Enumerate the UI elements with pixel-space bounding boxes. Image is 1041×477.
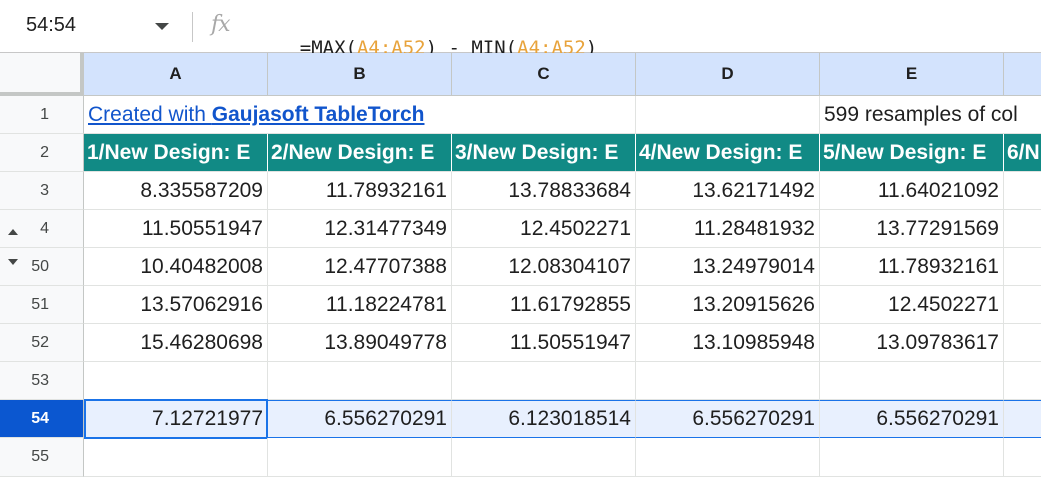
row-header-2[interactable]: 2: [0, 134, 84, 172]
cell-e50[interactable]: 11.78932161: [820, 248, 1004, 286]
cell-f4[interactable]: [1004, 210, 1041, 248]
cell-e53[interactable]: [820, 362, 1004, 400]
cell-e3[interactable]: 11.64021092: [820, 172, 1004, 210]
header-cell-e2[interactable]: 5/New Design: E: [820, 134, 1004, 172]
cell-a54-value: 7.12721977: [152, 407, 263, 430]
header-cell-f2[interactable]: 6/N: [1004, 134, 1041, 172]
cell-f50[interactable]: [1004, 248, 1041, 286]
row-number: 52: [31, 333, 49, 351]
chevron-down-icon[interactable]: [155, 23, 169, 30]
cell-e1[interactable]: 599 resamples of col: [820, 96, 1041, 134]
expand-rows-up-icon[interactable]: [8, 228, 18, 235]
row-number: 50: [31, 257, 49, 275]
row-number: 3: [40, 181, 49, 199]
name-box-value: 54:54: [26, 14, 77, 36]
cell-c4[interactable]: 12.4502271: [452, 210, 636, 248]
cell-a52[interactable]: 15.46280698: [84, 324, 268, 362]
row-number: 2: [40, 143, 49, 161]
row-header-4[interactable]: 4: [0, 210, 84, 248]
cell-e55[interactable]: [820, 438, 1004, 477]
cell-b4[interactable]: 12.31477349: [268, 210, 452, 248]
cell-e52[interactable]: 13.09783617: [820, 324, 1004, 362]
cell-e54[interactable]: 6.556270291: [820, 400, 1004, 438]
row-header-50[interactable]: 50: [0, 248, 84, 286]
cell-d53[interactable]: [636, 362, 820, 400]
cell-a50[interactable]: 10.40482008: [84, 248, 268, 286]
name-box[interactable]: 54:54: [0, 0, 190, 53]
cell-f51[interactable]: [1004, 286, 1041, 324]
column-header-d[interactable]: D: [636, 53, 820, 96]
cell-d51[interactable]: 13.20915626: [636, 286, 820, 324]
cell-a54[interactable]: 7.12721977: [84, 400, 268, 438]
cell-a51[interactable]: 13.57062916: [84, 286, 268, 324]
cell-b3[interactable]: 11.78932161: [268, 172, 452, 210]
row-number: 1: [40, 105, 49, 123]
column-header-b[interactable]: B: [268, 53, 452, 96]
header-cell-a2[interactable]: 1/New Design: E: [84, 134, 268, 172]
formula-bar-divider: [192, 12, 193, 42]
cell-c3[interactable]: 13.78833684: [452, 172, 636, 210]
row-header-52[interactable]: 52: [0, 324, 84, 362]
row-number: 54: [31, 409, 49, 427]
cell-d3[interactable]: 13.62171492: [636, 172, 820, 210]
row-header-55[interactable]: 55: [0, 438, 84, 477]
column-header-c[interactable]: C: [452, 53, 636, 96]
cell-a3[interactable]: 8.335587209: [84, 172, 268, 210]
row-header-53[interactable]: 53: [0, 362, 84, 400]
cell-d4[interactable]: 11.28481932: [636, 210, 820, 248]
cell-f55[interactable]: [1004, 438, 1041, 477]
row-header-54[interactable]: 54: [0, 400, 84, 438]
select-all-corner[interactable]: [0, 53, 84, 96]
column-header-e[interactable]: E: [820, 53, 1004, 96]
row-number: 53: [31, 371, 49, 389]
cell-d54[interactable]: 6.556270291: [636, 400, 820, 438]
row-number: 55: [31, 448, 49, 465]
header-cell-d2[interactable]: 4/New Design: E: [636, 134, 820, 172]
column-header-f[interactable]: [1004, 53, 1041, 96]
row-header-51[interactable]: 51: [0, 286, 84, 324]
link-brand: Gaujasoft TableTorch: [211, 102, 425, 126]
row-number: 51: [31, 295, 49, 313]
cell-a53[interactable]: [84, 362, 268, 400]
cell-b52[interactable]: 13.89049778: [268, 324, 452, 362]
cell-f3[interactable]: [1004, 172, 1041, 210]
cell-b53[interactable]: [268, 362, 452, 400]
cell-f54[interactable]: [1004, 400, 1041, 438]
cell-e1-text: 599 resamples of col: [824, 102, 1018, 126]
column-header-a[interactable]: A: [84, 53, 268, 96]
cell-c54[interactable]: 6.123018514: [452, 400, 636, 438]
cell-c55[interactable]: [452, 438, 636, 477]
expand-rows-down-icon[interactable]: [8, 258, 18, 265]
header-cell-b2[interactable]: 2/New Design: E: [268, 134, 452, 172]
cell-f52[interactable]: [1004, 324, 1041, 362]
cell-c53[interactable]: [452, 362, 636, 400]
cell-b51[interactable]: 11.18224781: [268, 286, 452, 324]
cell-c51[interactable]: 11.61792855: [452, 286, 636, 324]
cell-e4[interactable]: 13.77291569: [820, 210, 1004, 248]
cell-c50[interactable]: 12.08304107: [452, 248, 636, 286]
header-cell-c2[interactable]: 3/New Design: E: [452, 134, 636, 172]
cell-b54[interactable]: 6.556270291: [268, 400, 452, 438]
cell-b55[interactable]: [268, 438, 452, 477]
cell-f53[interactable]: [1004, 362, 1041, 400]
link-prefix: Created with: [88, 102, 212, 126]
cell-d50[interactable]: 13.24979014: [636, 248, 820, 286]
cell-e51[interactable]: 12.4502271: [820, 286, 1004, 324]
row-number: 4: [40, 219, 49, 237]
cell-d55[interactable]: [636, 438, 820, 477]
cell-d52[interactable]: 13.10985948: [636, 324, 820, 362]
row-header-3[interactable]: 3: [0, 172, 84, 210]
formula-bar: 54:54 fx =MAX(A4:A52) - MIN(A4:A52): [0, 0, 1041, 59]
cell-a55[interactable]: [84, 438, 268, 477]
cell-a1[interactable]: Created with Gaujasoft TableTorch: [84, 96, 636, 134]
cell-d1[interactable]: [636, 96, 820, 134]
cell-b50[interactable]: 12.47707388: [268, 248, 452, 286]
cell-a4[interactable]: 11.50551947: [84, 210, 268, 248]
cell-c52[interactable]: 11.50551947: [452, 324, 636, 362]
fx-icon: fx: [211, 12, 231, 37]
tabletorch-link[interactable]: Created with Gaujasoft TableTorch: [88, 103, 424, 127]
row-header-1[interactable]: 1: [0, 96, 84, 134]
